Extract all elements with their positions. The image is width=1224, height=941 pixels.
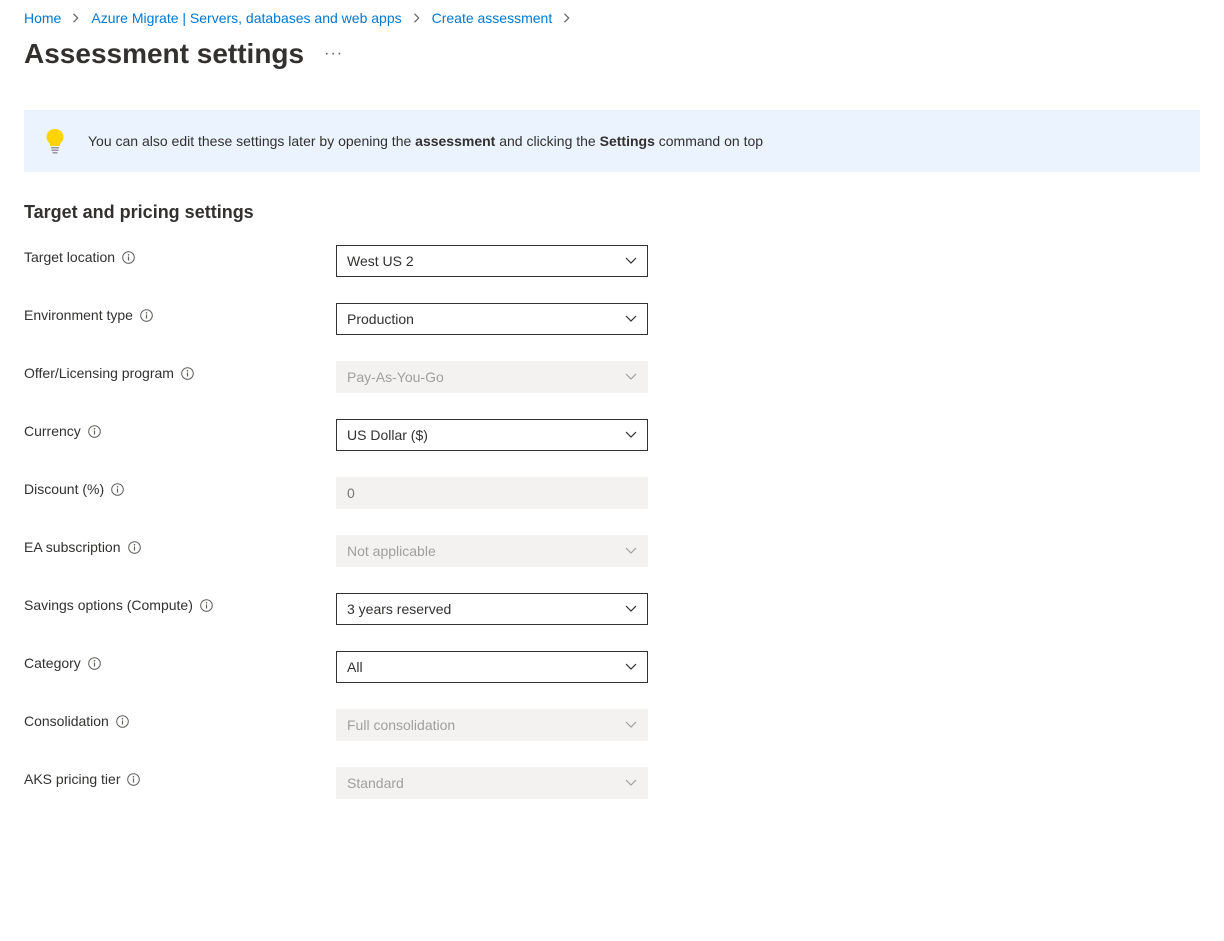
- info-icon[interactable]: [116, 715, 129, 728]
- form-label-wrap: Category: [24, 651, 336, 671]
- label-consolidation: Consolidation: [24, 713, 109, 729]
- form-label-wrap: AKS pricing tier: [24, 767, 336, 787]
- select-value: US Dollar ($): [347, 427, 428, 443]
- info-banner-text: You can also edit these settings later b…: [88, 133, 763, 149]
- form-label-wrap: Target location: [24, 245, 336, 265]
- form-row-environment-type: Environment type Production: [24, 303, 1200, 335]
- select-value: 3 years reserved: [347, 601, 451, 617]
- label-offer-licensing: Offer/Licensing program: [24, 365, 174, 381]
- select-value: Production: [347, 311, 414, 327]
- info-icon[interactable]: [128, 541, 141, 554]
- label-currency: Currency: [24, 423, 81, 439]
- section-heading-target-pricing: Target and pricing settings: [24, 202, 1200, 223]
- chevron-right-icon: [71, 13, 81, 23]
- breadcrumb-link-home[interactable]: Home: [24, 10, 61, 26]
- info-text-prefix: You can also edit these settings later b…: [88, 133, 415, 149]
- info-text-bold1: assessment: [415, 133, 495, 149]
- form-label-wrap: Consolidation: [24, 709, 336, 729]
- page-title: Assessment settings: [24, 38, 304, 70]
- label-discount: Discount (%): [24, 481, 104, 497]
- info-icon[interactable]: [111, 483, 124, 496]
- label-category: Category: [24, 655, 81, 671]
- form-label-wrap: Offer/Licensing program: [24, 361, 336, 381]
- info-icon[interactable]: [200, 599, 213, 612]
- chevron-down-icon: [625, 547, 637, 555]
- info-icon[interactable]: [181, 367, 194, 380]
- select-consolidation: Full consolidation: [336, 709, 648, 741]
- chevron-down-icon: [625, 373, 637, 381]
- select-environment-type[interactable]: Production: [336, 303, 648, 335]
- breadcrumb-link-create-assessment[interactable]: Create assessment: [432, 10, 553, 26]
- input-discount: [336, 477, 648, 509]
- label-ea-subscription: EA subscription: [24, 539, 121, 555]
- label-savings-options: Savings options (Compute): [24, 597, 193, 613]
- select-value: Not applicable: [347, 543, 436, 559]
- chevron-down-icon: [625, 779, 637, 787]
- info-icon[interactable]: [122, 251, 135, 264]
- chevron-down-icon: [625, 663, 637, 671]
- select-category[interactable]: All: [336, 651, 648, 683]
- select-ea-subscription: Not applicable: [336, 535, 648, 567]
- select-offer-licensing: Pay-As-You-Go: [336, 361, 648, 393]
- info-icon[interactable]: [88, 657, 101, 670]
- chevron-down-icon: [625, 431, 637, 439]
- more-actions-button[interactable]: ···: [320, 41, 347, 67]
- form-row-target-location: Target location West US 2: [24, 245, 1200, 277]
- select-value: Standard: [347, 775, 404, 791]
- chevron-right-icon: [562, 13, 572, 23]
- chevron-down-icon: [625, 257, 637, 265]
- select-target-location[interactable]: West US 2: [336, 245, 648, 277]
- select-value: Full consolidation: [347, 717, 455, 733]
- form-row-aks-pricing-tier: AKS pricing tier Standard: [24, 767, 1200, 799]
- info-text-bold2: Settings: [600, 133, 655, 149]
- breadcrumb-link-azure-migrate[interactable]: Azure Migrate | Servers, databases and w…: [91, 10, 401, 26]
- form-label-wrap: EA subscription: [24, 535, 336, 555]
- form-row-currency: Currency US Dollar ($): [24, 419, 1200, 451]
- label-target-location: Target location: [24, 249, 115, 265]
- page-title-row: Assessment settings ···: [24, 38, 1200, 70]
- form-label-wrap: Savings options (Compute): [24, 593, 336, 613]
- info-text-mid: and clicking the: [495, 133, 599, 149]
- select-value: Pay-As-You-Go: [347, 369, 444, 385]
- chevron-down-icon: [625, 605, 637, 613]
- form-label-wrap: Currency: [24, 419, 336, 439]
- info-icon[interactable]: [127, 773, 140, 786]
- select-currency[interactable]: US Dollar ($): [336, 419, 648, 451]
- form-row-savings-options: Savings options (Compute) 3 years reserv…: [24, 593, 1200, 625]
- info-text-suffix: command on top: [655, 133, 763, 149]
- select-savings-options[interactable]: 3 years reserved: [336, 593, 648, 625]
- info-banner: You can also edit these settings later b…: [24, 110, 1200, 172]
- breadcrumb: Home Azure Migrate | Servers, databases …: [24, 10, 1200, 26]
- info-icon[interactable]: [140, 309, 153, 322]
- chevron-right-icon: [412, 13, 422, 23]
- form-label-wrap: Environment type: [24, 303, 336, 323]
- form-row-discount: Discount (%): [24, 477, 1200, 509]
- info-icon[interactable]: [88, 425, 101, 438]
- form-label-wrap: Discount (%): [24, 477, 336, 497]
- form-row-offer-licensing: Offer/Licensing program Pay-As-You-Go: [24, 361, 1200, 393]
- form-row-category: Category All: [24, 651, 1200, 683]
- select-value: West US 2: [347, 253, 414, 269]
- lightbulb-icon: [44, 128, 66, 154]
- form-row-consolidation: Consolidation Full consolidation: [24, 709, 1200, 741]
- chevron-down-icon: [625, 315, 637, 323]
- chevron-down-icon: [625, 721, 637, 729]
- label-environment-type: Environment type: [24, 307, 133, 323]
- label-aks-pricing-tier: AKS pricing tier: [24, 771, 120, 787]
- select-value: All: [347, 659, 363, 675]
- select-aks-pricing-tier: Standard: [336, 767, 648, 799]
- form-row-ea-subscription: EA subscription Not applicable: [24, 535, 1200, 567]
